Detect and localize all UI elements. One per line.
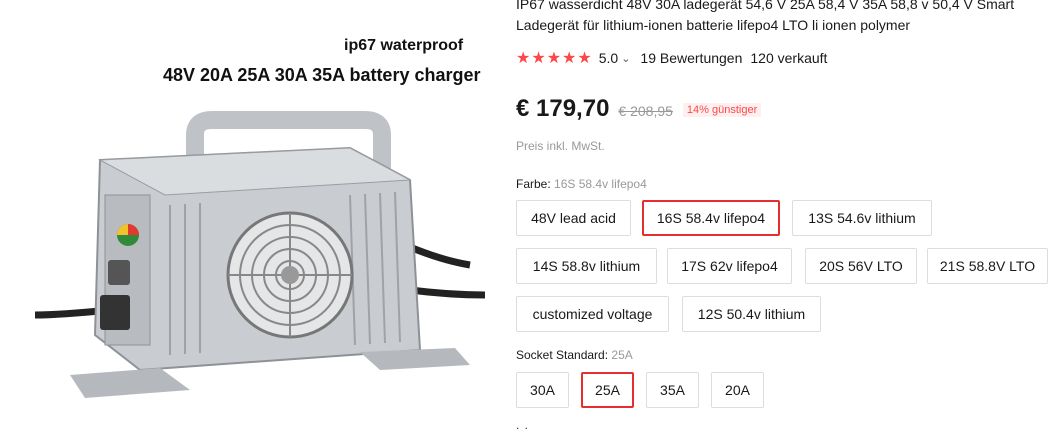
color-option-customized-voltage[interactable]: customized voltage [516, 296, 669, 332]
color-option-16s-lifepo4[interactable]: 16S 58.4v lifepo4 [642, 200, 780, 236]
price-row: € 179,70 € 208,95 14% günstiger [516, 95, 762, 123]
color-option-12s-lithium[interactable]: 12S 50.4v lithium [682, 296, 821, 332]
socket-label: Socket Standard: 25A [516, 348, 633, 362]
color-selected-value: 16S 58.4v lifepo4 [554, 177, 647, 191]
image-caption-waterproof: ip67 waterproof [344, 37, 464, 54]
chevron-down-icon[interactable]: ⌄ [621, 52, 630, 65]
sold-count: 120 verkauft [750, 50, 828, 66]
socket-option-25a[interactable]: 25A [581, 372, 634, 408]
rating-value[interactable]: 5.0 [599, 50, 618, 66]
tax-note: Preis inkl. MwSt. [516, 139, 605, 153]
color-option-20s-lto[interactable]: 20S 56V LTO [805, 248, 917, 284]
discount-badge: 14% günstiger [682, 103, 762, 117]
socket-option-30a[interactable]: 30A [516, 372, 569, 408]
color-option-48v-lead-acid[interactable]: 48V lead acid [516, 200, 631, 236]
color-option-13s-lithium[interactable]: 13S 54.6v lithium [792, 200, 932, 236]
socket-option-35a[interactable]: 35A [646, 372, 699, 408]
reviews-count-link[interactable]: 19 Bewertungen [640, 50, 742, 66]
color-label-text: Farbe: [516, 177, 551, 191]
color-label: Farbe: 16S 58.4v lifepo4 [516, 177, 647, 191]
current-price: € 179,70 [516, 95, 610, 122]
socket-selected-value: 25A [611, 348, 633, 362]
charger-illustration [34, 111, 486, 398]
color-option-17s-lifepo4[interactable]: 17S 62v lifepo4 [667, 248, 792, 284]
star-rating-icon: ★★★★★ [516, 50, 593, 67]
color-option-14s-lithium[interactable]: 14S 58.8v lithium [516, 248, 657, 284]
image-caption-charger: 48V 20A 25A 30A 35A battery charger [163, 65, 481, 85]
rating-row: ★★★★★ 5.0 ⌄ 19 Bewertungen 120 verkauft [516, 48, 827, 68]
socket-option-20a[interactable]: 20A [711, 372, 764, 408]
color-option-21s-lto[interactable]: 21S 58.8V LTO [927, 248, 1048, 284]
product-title: IP67 wasserdicht 48V 30A ladegerät 54,6 … [516, 0, 1015, 33]
more-indicator: . . [516, 418, 530, 432]
product-image[interactable]: ip67 waterproof 48V 20A 25A 30A 35A batt… [0, 0, 500, 428]
socket-label-text: Socket Standard: [516, 348, 609, 362]
product-details: IP67 wasserdicht 48V 30A ladegerät 54,6 … [516, 0, 1061, 432]
original-price: € 208,95 [618, 103, 673, 119]
